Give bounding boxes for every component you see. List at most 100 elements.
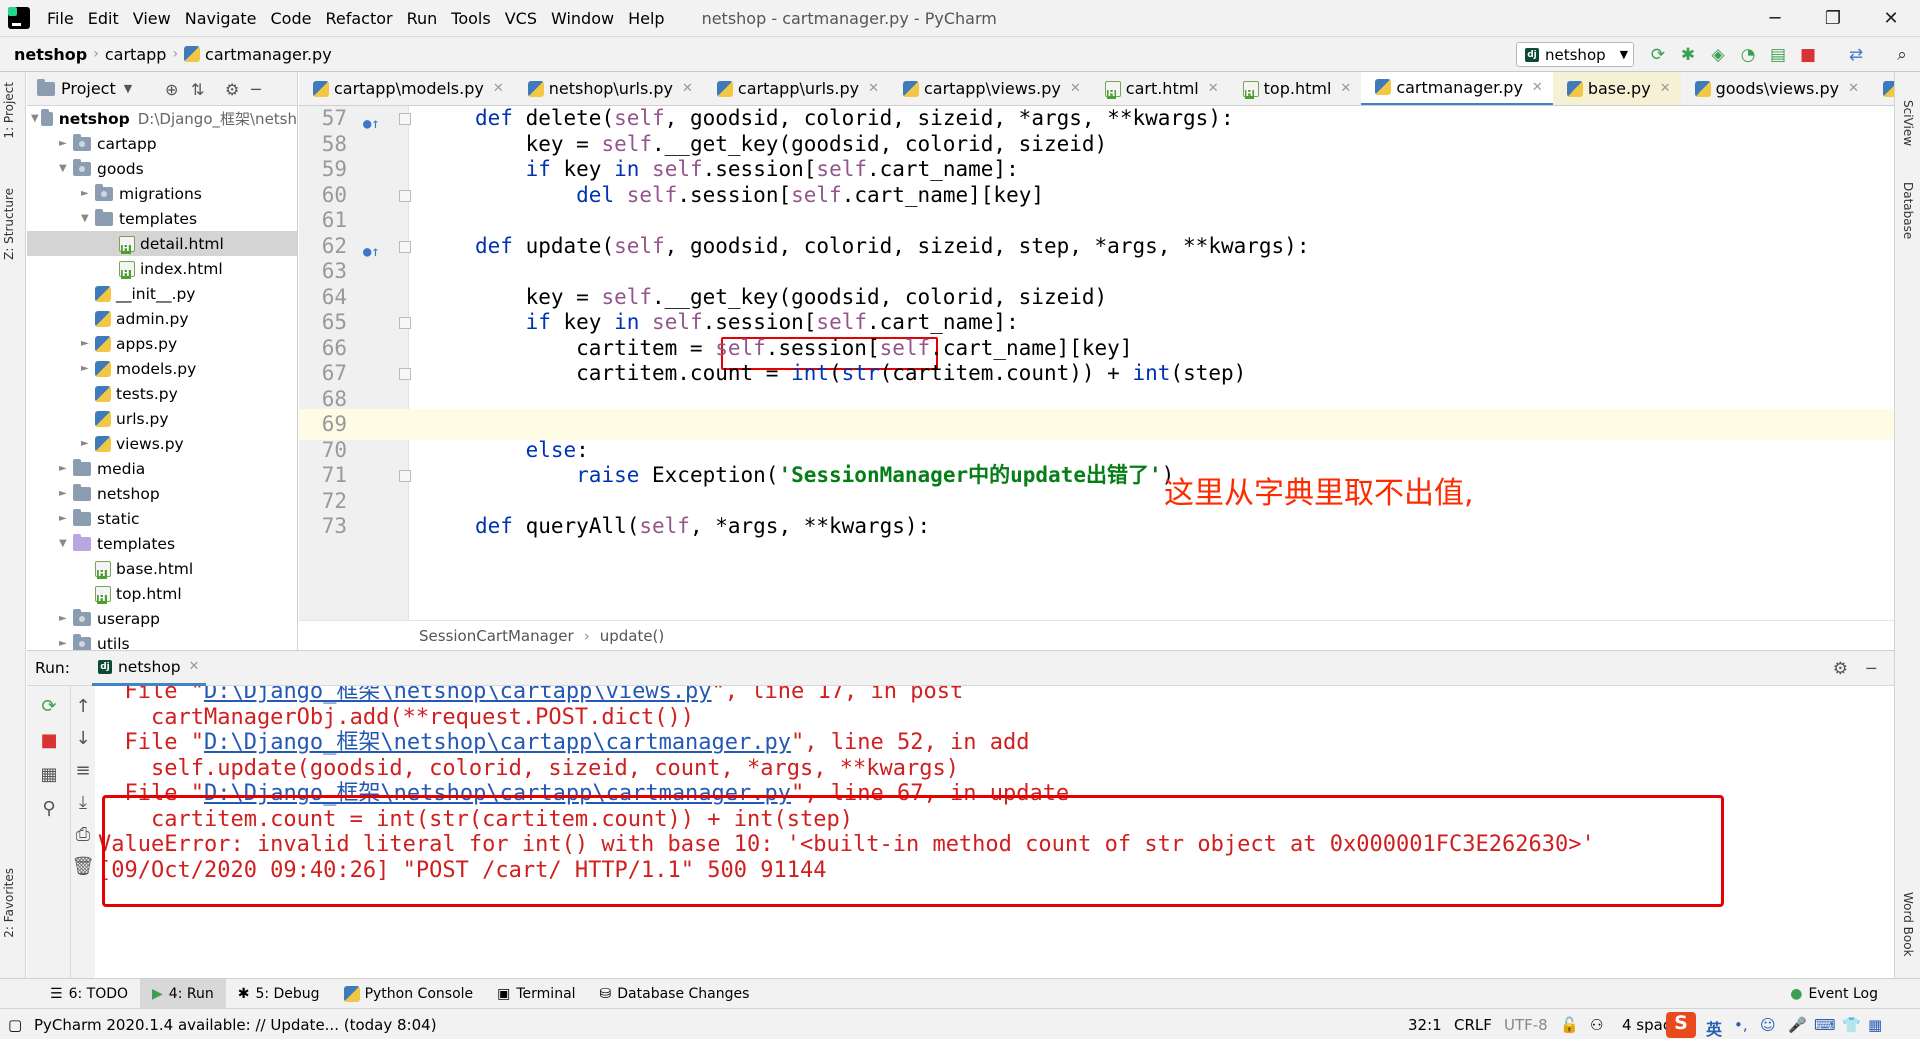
- tree-item[interactable]: __init__.py: [27, 281, 297, 306]
- close-icon[interactable]: ✕: [1660, 81, 1671, 96]
- chevron-right-icon[interactable]: ►: [59, 638, 73, 649]
- tree-item[interactable]: base.html: [27, 556, 297, 581]
- menu-refactor[interactable]: Refactor: [318, 9, 399, 28]
- run-concurrency-icon[interactable]: ▤: [1768, 45, 1788, 65]
- lock-icon[interactable]: 🔓: [1560, 1016, 1579, 1034]
- fold-marker-icon[interactable]: [399, 368, 411, 380]
- chevron-right-icon[interactable]: ►: [59, 488, 73, 499]
- pin-icon[interactable]: ⚲: [37, 796, 61, 820]
- chevron-down-icon[interactable]: ▼: [81, 213, 95, 224]
- close-icon[interactable]: ✕: [1532, 80, 1543, 95]
- run-tab[interactable]: dj netshop ✕: [91, 650, 206, 686]
- tab-run[interactable]: ▶ 4: Run: [140, 978, 226, 1009]
- chevron-right-icon[interactable]: ►: [81, 438, 95, 449]
- menu-help[interactable]: Help: [621, 9, 671, 28]
- locate-icon[interactable]: ⊕: [165, 80, 178, 99]
- close-icon[interactable]: ✕: [1848, 81, 1859, 96]
- chevron-right-icon[interactable]: ►: [59, 463, 73, 474]
- tab-todo[interactable]: ☰ 6: TODO: [38, 979, 140, 1009]
- ime-mode[interactable]: 英: [1706, 1016, 1722, 1039]
- tab-favorites[interactable]: 2: Favorites: [2, 868, 16, 938]
- stop-icon[interactable]: ■: [1798, 45, 1818, 65]
- menu-code[interactable]: Code: [264, 9, 319, 28]
- tree-item[interactable]: ► cartapp: [27, 131, 297, 156]
- tree-item[interactable]: ► apps.py: [27, 331, 297, 356]
- rerun-icon[interactable]: ⟳: [37, 694, 61, 718]
- editor-tab[interactable]: base.py ✕: [1552, 72, 1681, 105]
- chevron-right-icon[interactable]: ►: [81, 188, 95, 199]
- fold-marker-icon[interactable]: [399, 240, 411, 253]
- close-icon[interactable]: ✕: [1340, 81, 1351, 96]
- breadcrumb-method[interactable]: update(): [600, 627, 665, 645]
- fold-marker-icon[interactable]: [399, 317, 411, 329]
- hide-icon[interactable]: ─: [1866, 659, 1876, 678]
- coverage-icon[interactable]: ◈: [1708, 45, 1728, 65]
- gear-icon[interactable]: ⚙: [1833, 659, 1848, 679]
- layout-icon[interactable]: ▦: [37, 762, 61, 786]
- search-icon[interactable]: ⌕: [1892, 45, 1912, 65]
- translate-icon[interactable]: ⇄: [1846, 45, 1866, 65]
- tab-python-console[interactable]: Python Console: [332, 979, 486, 1009]
- fold-marker-icon[interactable]: [399, 113, 411, 125]
- menu-tools[interactable]: Tools: [444, 9, 497, 28]
- close-icon[interactable]: ✕: [1208, 81, 1219, 96]
- keyboard-icon[interactable]: ⌨: [1814, 1016, 1836, 1034]
- print-icon[interactable]: ⎙: [71, 822, 95, 846]
- editor-tab[interactable]: cartapp\models.py ✕: [299, 72, 514, 105]
- tree-item[interactable]: ► models.py: [27, 356, 297, 381]
- breadcrumb-class[interactable]: SessionCartManager: [419, 627, 574, 645]
- fold-marker-icon[interactable]: [399, 189, 411, 202]
- code-line[interactable]: 73 def queryAll(self, *args, **kwargs):: [299, 511, 1894, 542]
- chevron-down-icon[interactable]: ▼: [124, 82, 132, 95]
- arrow-up-icon[interactable]: ↑: [71, 694, 95, 718]
- microphone-icon[interactable]: 🎤: [1788, 1016, 1807, 1034]
- minimize-icon[interactable]: ─: [1746, 0, 1804, 36]
- menu-view[interactable]: View: [126, 9, 178, 28]
- chevron-down-icon[interactable]: ▼: [59, 163, 73, 174]
- trash-icon[interactable]: 🗑: [71, 854, 95, 878]
- editor-tab[interactable]: cart.html ✕: [1091, 72, 1229, 105]
- tree-item[interactable]: ► views.py: [27, 431, 297, 456]
- sogou-ime-icon[interactable]: S: [1666, 1012, 1696, 1038]
- restore-icon[interactable]: ❐: [1804, 0, 1862, 36]
- tab-word-book[interactable]: Word Book: [1901, 892, 1915, 957]
- tree-root[interactable]: ▼ netshop D:\Django_框架\netsh: [27, 106, 297, 131]
- project-panel-title[interactable]: Project: [61, 79, 116, 98]
- tree-item[interactable]: tests.py: [27, 381, 297, 406]
- tree-item[interactable]: urls.py: [27, 406, 297, 431]
- tree-item[interactable]: detail.html: [27, 231, 297, 256]
- scroll-to-end-icon[interactable]: ⤓: [71, 790, 95, 814]
- tree-item[interactable]: ► utils: [27, 631, 297, 650]
- close-icon[interactable]: ✕: [1862, 0, 1920, 36]
- close-icon[interactable]: ✕: [682, 81, 693, 96]
- event-log[interactable]: ● Event Log: [1778, 979, 1890, 1009]
- menu-file[interactable]: File: [40, 9, 81, 28]
- toolbox-icon[interactable]: ▦: [1868, 1016, 1882, 1034]
- nav-project[interactable]: netshop: [0, 45, 93, 64]
- tree-item[interactable]: top.html: [27, 581, 297, 606]
- tree-item[interactable]: admin.py: [27, 306, 297, 331]
- soft-wrap-icon[interactable]: ≡: [71, 758, 95, 782]
- stop-icon[interactable]: ■: [37, 728, 61, 752]
- editor-tab[interactable]: netshop\urls.py ✕: [514, 72, 703, 105]
- arrow-down-icon[interactable]: ↓: [71, 726, 95, 750]
- collapse-all-icon[interactable]: ⇅: [191, 80, 204, 99]
- tree-item[interactable]: ▼ templates: [27, 531, 297, 556]
- tab-sciview[interactable]: SciView: [1901, 100, 1915, 146]
- nav-file[interactable]: cartmanager.py: [178, 45, 338, 64]
- editor-tab[interactable]: cartapp\views.py ✕: [889, 72, 1091, 105]
- chevron-right-icon[interactable]: ►: [59, 613, 73, 624]
- caret-position[interactable]: 32:1: [1408, 1016, 1442, 1034]
- rerun-icon[interactable]: ⟳: [1648, 45, 1668, 65]
- chevron-right-icon[interactable]: ►: [59, 513, 73, 524]
- close-icon[interactable]: ✕: [493, 81, 504, 96]
- hide-icon[interactable]: ─: [251, 80, 261, 99]
- status-message[interactable]: PyCharm 2020.1.4 available: // Update...…: [34, 1016, 437, 1034]
- tree-item[interactable]: index.html: [27, 256, 297, 281]
- chevron-right-icon[interactable]: ►: [81, 363, 95, 374]
- chevron-down-icon[interactable]: ▼: [59, 538, 73, 549]
- punctuation-icon[interactable]: •,: [1734, 1016, 1748, 1034]
- close-icon[interactable]: ✕: [189, 659, 200, 674]
- tree-item[interactable]: ► migrations: [27, 181, 297, 206]
- menu-run[interactable]: Run: [400, 9, 445, 28]
